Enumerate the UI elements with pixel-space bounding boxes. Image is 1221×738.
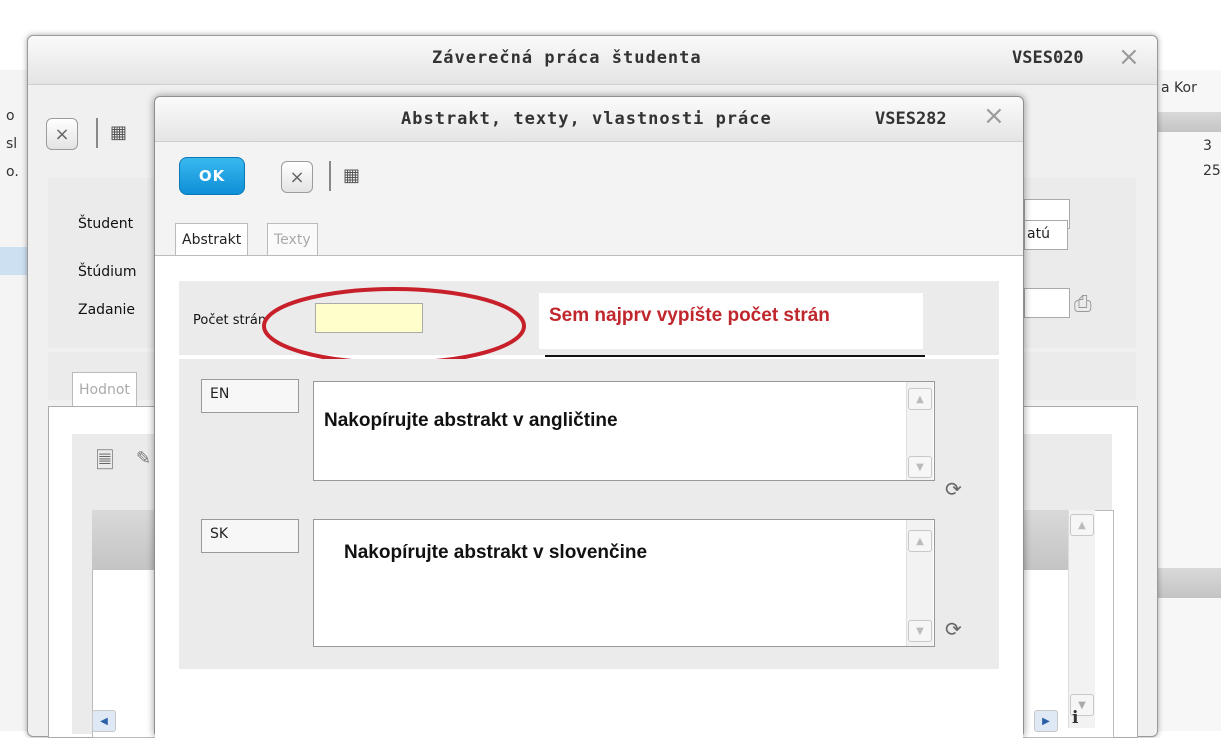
- info-icon[interactable]: i: [1072, 708, 1078, 728]
- inner-dialog-code: VSES282: [875, 109, 947, 129]
- outer-grid-scroll-left[interactable]: ◀: [92, 710, 116, 732]
- inner-dialog-title: Abstrakt, texty, vlastnosti práce: [401, 109, 772, 129]
- outer-grid-scroll-right[interactable]: ▶: [1034, 710, 1058, 732]
- print-icon[interactable]: ⎙: [1074, 292, 1092, 317]
- ok-button[interactable]: OK: [179, 157, 245, 195]
- abstract-sk-scroll-up[interactable]: ▲: [908, 530, 932, 552]
- tab-abstrakt[interactable]: Abstrakt: [175, 223, 249, 256]
- inner-dialog-close-icon[interactable]: ×: [983, 103, 1005, 129]
- close-icon: ×: [289, 166, 305, 188]
- tab-texty-label: Texty: [274, 232, 311, 248]
- ok-button-label: OK: [198, 167, 226, 185]
- language-sk-field[interactable]: SK: [201, 519, 299, 553]
- language-en-label: EN: [210, 386, 230, 402]
- tab-hodnotenie-label: Hodnot: [79, 382, 130, 398]
- outer-dialog-titlebar: Záverečná práca študenta VSES020 ×: [28, 36, 1157, 85]
- background-left-fragment: sl: [6, 136, 18, 152]
- background-left-selected-row: [0, 247, 27, 275]
- studium-select[interactable]: atú: [1024, 220, 1068, 250]
- background-grid-header: [1157, 568, 1221, 598]
- abstract-en-scroll-up[interactable]: ▲: [908, 388, 932, 410]
- language-sk-label: SK: [210, 526, 229, 542]
- outer-cancel-button[interactable]: ×: [46, 118, 78, 150]
- table-icon[interactable]: ▦: [343, 165, 360, 186]
- outer-grid-scroll-up[interactable]: ▲: [1070, 514, 1094, 536]
- background-column-header: a Kor: [1161, 80, 1197, 96]
- background-grid-header: [1157, 112, 1221, 132]
- annotation-text: Sem najprv vypíšte počet strán: [549, 305, 830, 326]
- language-en-field[interactable]: EN: [201, 379, 299, 413]
- outer-dialog-code: VSES020: [1012, 48, 1084, 68]
- abstract-en-scroll-down[interactable]: ▼: [908, 456, 932, 478]
- tab-texty[interactable]: Texty: [267, 223, 318, 256]
- background-left-fragment: o: [6, 108, 15, 124]
- abstract-sk-textarea[interactable]: Nakopírujte abstrakt v slovenčine ▲ ▼: [313, 519, 935, 647]
- inner-cancel-button[interactable]: ×: [281, 161, 313, 193]
- panel-divider: [545, 355, 925, 357]
- tab-abstrakt-label: Abstrakt: [182, 232, 242, 248]
- pages-label: Počet strán: [193, 313, 267, 328]
- abstract-en-textarea[interactable]: Nakopírujte abstrakt v angličtine ▲ ▼: [313, 381, 935, 481]
- zadanie-label: Zadanie: [78, 302, 136, 318]
- background-left-fragment: o.: [6, 164, 19, 180]
- edit-icon[interactable]: ✎: [136, 448, 151, 469]
- studium-label: Štúdium: [78, 264, 137, 280]
- reset-en-icon[interactable]: ⟳: [945, 477, 962, 501]
- zadanie-field[interactable]: [1024, 288, 1070, 318]
- background-cell: 25: [1203, 163, 1221, 179]
- tab-hodnotenie[interactable]: Hodnot: [72, 372, 137, 407]
- toolbar-separator: [96, 118, 98, 148]
- abstract-sk-text: Nakopírujte abstrakt v slovenčine: [344, 542, 648, 563]
- outer-dialog-title: Záverečná práca študenta: [432, 48, 702, 68]
- new-document-icon[interactable]: 🗏: [96, 444, 114, 482]
- student-label: Študent: [78, 216, 134, 232]
- table-icon[interactable]: ▦: [110, 122, 127, 143]
- abstract-en-text: Nakopírujte abstrakt v angličtine: [324, 410, 618, 431]
- reset-sk-icon[interactable]: ⟳: [945, 617, 962, 641]
- studium-value: atú: [1027, 226, 1050, 242]
- inner-dialog-titlebar: Abstrakt, texty, vlastnosti práce VSES28…: [155, 97, 1023, 142]
- close-icon: ×: [54, 123, 70, 145]
- toolbar-separator: [329, 161, 331, 191]
- background-cell: 3: [1203, 138, 1212, 154]
- outer-dialog-close-icon[interactable]: ×: [1118, 44, 1140, 70]
- inner-dialog: Abstrakt, texty, vlastnosti práce VSES28…: [154, 96, 1024, 738]
- abstract-sk-scroll-down[interactable]: ▼: [908, 620, 932, 642]
